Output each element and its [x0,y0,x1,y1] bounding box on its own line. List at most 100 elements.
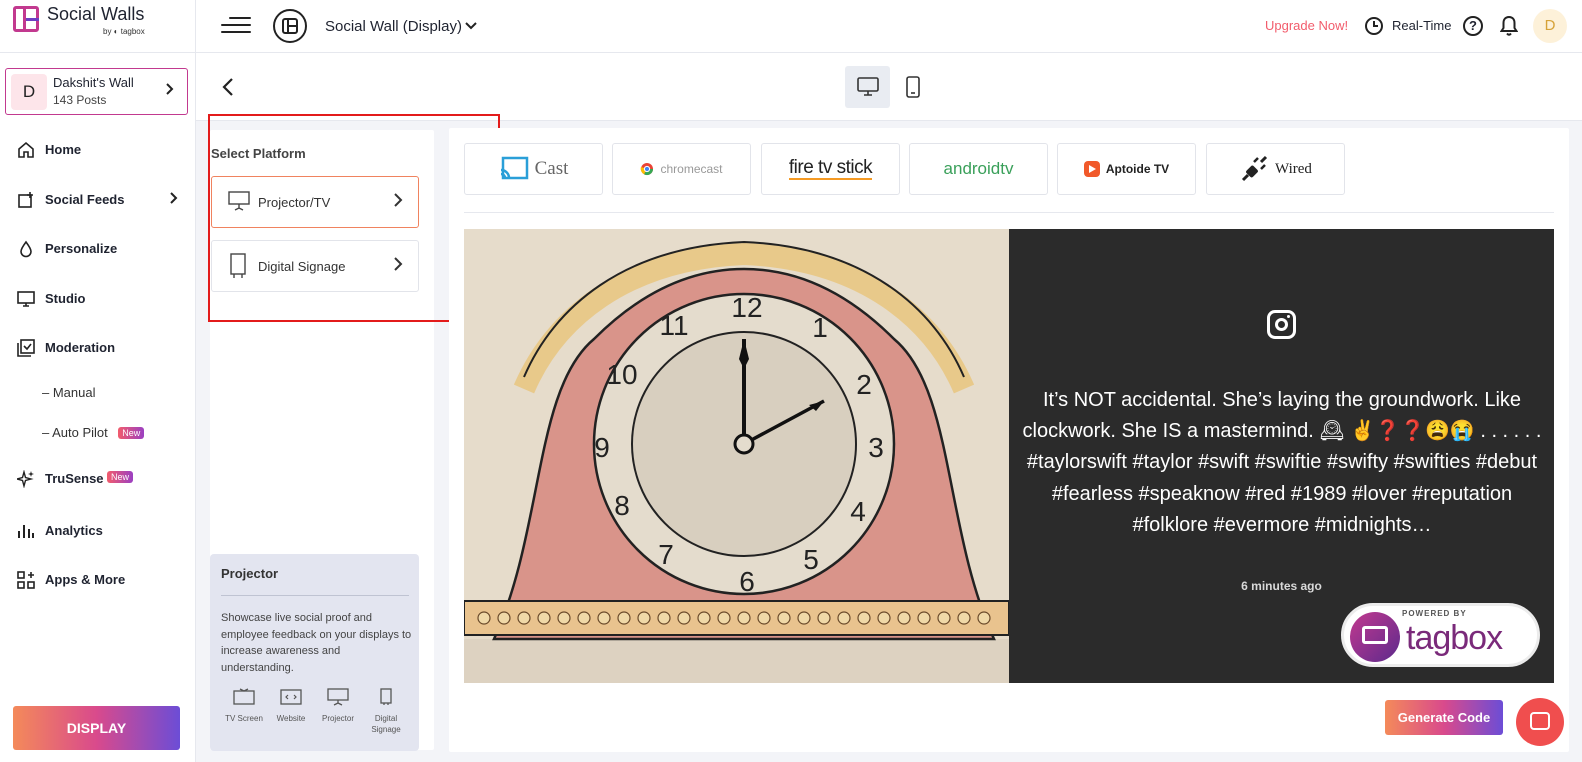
layout-icon [273,9,307,43]
sidebar-subitem-label: Manual [52,385,96,400]
platform-option-projector-tv[interactable]: Projector/TV [211,176,419,228]
wall-selector-card[interactable]: D Dakshit's Wall 143 Posts [5,68,188,115]
svg-text:7: 7 [658,539,674,570]
app-title: Social Walls [47,4,145,24]
tile-androidtv[interactable]: androidtv [909,143,1048,195]
tile-aptoide-tv[interactable]: Aptoide TV [1057,143,1196,195]
sidebar-item-label: Studio [45,291,86,306]
aptoide-icon [1083,161,1100,177]
sidebar-subitem-auto-pilot[interactable]: – Auto Pilot New [42,424,145,444]
svg-text:9: 9 [594,432,610,463]
new-badge: New [118,426,145,439]
back-arrow-icon[interactable] [221,76,241,100]
projector-icon [228,191,250,211]
sidebar-item-moderation[interactable]: Moderation [17,337,187,361]
platform-option-digital-signage[interactable]: Digital Signage [211,240,419,292]
realtime-label: Real-Time [1392,18,1452,33]
app-subtitle: by ◐ tagbox [103,27,145,36]
notification-bell-icon[interactable] [1499,15,1519,42]
social-feeds-icon [18,192,33,208]
chat-support-icon[interactable] [1516,698,1564,746]
social-walls-logo-icon [13,6,39,32]
help-icon[interactable]: ? [1463,16,1483,36]
menu-toggle-icon[interactable] [221,15,251,35]
new-badge: New [107,471,134,483]
info-icon-label: TV Screen [225,714,263,723]
svg-text:6: 6 [739,566,755,597]
cast-icon [500,156,528,180]
svg-text:5: 5 [803,544,819,575]
tile-fire-tv-stick[interactable]: fire tv stick [761,143,900,195]
desktop-icon [857,77,879,96]
personalize-icon [20,240,32,258]
sidebar-item-apps-more[interactable]: Apps & More [17,569,187,593]
info-card-title: Projector [221,566,279,581]
powered-by-label: POWERED BY [1402,609,1467,618]
info-icon-label: Digital Signage [371,714,401,734]
chevron-right-icon [394,193,403,211]
clock-icon [1365,17,1383,35]
powered-by-tagbox-badge[interactable]: POWERED BY tagbox [1341,603,1540,667]
sidebar-item-label: Personalize [45,241,118,256]
wall-post-count: 143 Posts [53,93,107,107]
sidebar-item-label: Social Feeds [45,192,125,207]
info-card-description: Showcase live social proof and employee … [221,612,412,674]
sidebar-item-personalize[interactable]: Personalize [17,238,187,262]
tv-icon [233,688,255,705]
upgrade-link[interactable]: Upgrade Now! [1265,18,1348,33]
tile-label: androidtv [943,159,1014,178]
sidebar-item-trusense[interactable]: TruSense New [17,468,187,492]
svg-text:4: 4 [850,496,866,527]
wall-type-label: Social Wall (Display) [325,18,462,35]
post-timestamp: 6 minutes ago [1241,579,1322,593]
info-icon-digital-signage: Digital Signage [366,688,406,735]
tile-label: Cast [534,158,569,179]
chevron-right-icon [170,192,178,207]
wall-name: Dakshit's Wall [53,75,134,90]
chevron-right-icon [166,82,174,98]
chevron-down-icon [465,17,477,33]
signage-icon [380,688,392,705]
sidebar-item-home[interactable]: Home [17,139,187,163]
user-avatar[interactable]: D [1533,9,1567,43]
sidebar-subitem-label: Auto Pilot [52,425,108,440]
firetv-icon: fire tv stick [762,144,899,194]
svg-text:11: 11 [659,310,688,341]
signage-icon [230,253,246,278]
app-logo[interactable]: Social Walls by ◐ tagbox [13,4,193,44]
generate-code-button[interactable]: Generate Code [1385,700,1503,735]
info-icon-projector: Projector [318,688,358,724]
tile-label: Wired [1275,160,1312,177]
home-icon [18,141,34,158]
website-icon [280,689,302,705]
studio-icon [17,291,35,307]
info-icon-tv-screen: TV Screen [224,688,264,724]
sidebar-subitem-manual[interactable]: – Manual [42,384,95,404]
chrome-icon [641,163,654,176]
sidebar-item-studio[interactable]: Studio [17,288,187,312]
divider [464,212,1554,213]
apps-icon [17,571,35,589]
sidebar-item-label: TruSense [45,471,104,486]
tile-cast[interactable]: Cast [464,143,603,195]
display-button[interactable]: DISPLAY [13,706,180,750]
sidebar-item-analytics[interactable]: Analytics [17,520,187,544]
tagbox-logo-icon [1350,612,1400,662]
svg-text:3: 3 [868,432,884,463]
tile-label: fire tv stick [788,157,873,180]
desktop-view-toggle[interactable] [845,66,890,108]
svg-text:1: 1 [812,312,828,343]
wall-type-dropdown[interactable]: Social Wall (Display) [273,9,513,43]
tagbox-brand: tagbox [1406,619,1503,657]
info-icon-label: Website [276,714,306,723]
platform-option-label: Digital Signage [258,259,346,274]
info-icon-website: Website [271,688,311,724]
tile-wired[interactable]: Wired [1206,143,1345,195]
divider [221,595,409,596]
projector-icon [327,688,349,706]
tile-chromecast[interactable]: chromecast [612,143,751,195]
platform-option-label: Projector/TV [258,195,331,210]
sidebar-item-social-feeds[interactable]: Social Feeds [17,189,187,213]
mobile-view-toggle[interactable] [892,66,934,108]
androidtv-icon: androidtv [910,144,1047,194]
